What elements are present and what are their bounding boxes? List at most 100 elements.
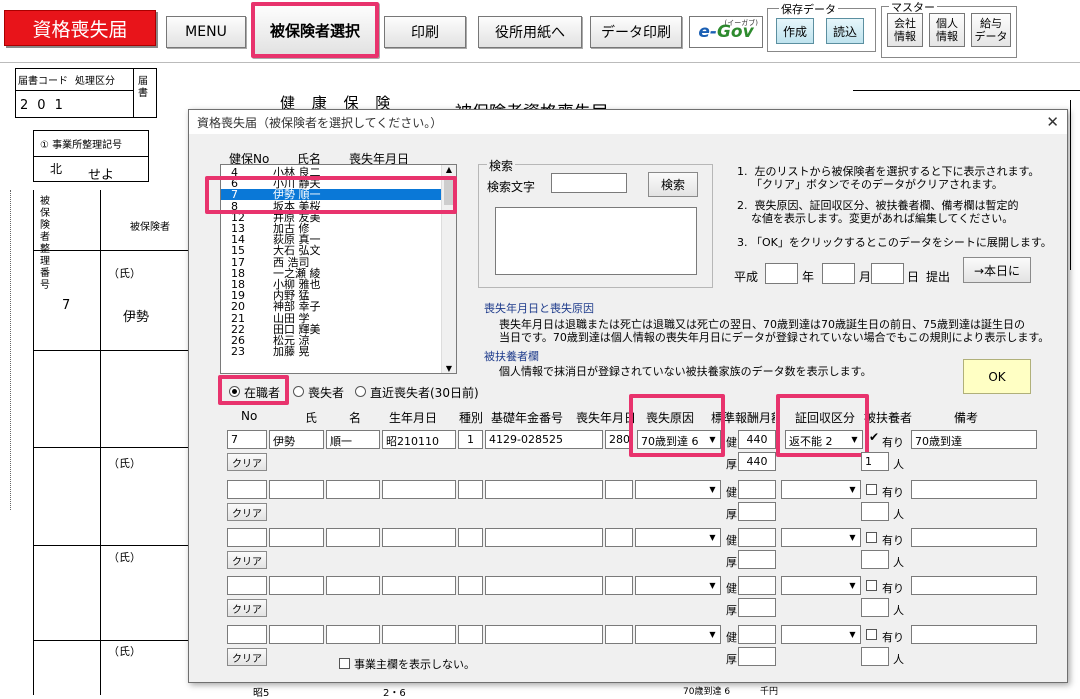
row1-ken-value[interactable]: 440 [738,430,776,449]
cert-select[interactable]: ▼ [781,625,861,644]
empty-cell[interactable] [269,528,324,547]
select-insured-button[interactable]: 被保険者選択 [251,2,379,58]
year-input[interactable] [765,263,798,284]
dependents-count[interactable] [861,598,889,617]
empty-cell[interactable] [382,576,456,595]
empty-cell[interactable] [269,576,324,595]
reason-select[interactable]: ▼ [635,480,721,499]
dependents-count[interactable] [861,647,889,666]
search-button[interactable]: 検索 [648,172,698,197]
empty-cell[interactable] [382,480,456,499]
empty-cell[interactable] [382,528,456,547]
row1-note[interactable]: 70歳到達 [911,430,1037,449]
empty-cell[interactable] [269,480,324,499]
empty-cell[interactable] [326,576,380,595]
row1-last[interactable]: 伊勢 [269,430,324,449]
dependents-checkbox[interactable] [866,580,877,591]
reason-select[interactable]: ▼ [635,528,721,547]
empty-cell[interactable] [227,528,267,547]
empty-cell[interactable] [605,576,633,595]
to-office-form-button[interactable]: 役所用紙へ [478,16,582,48]
reason-select[interactable]: ▼ [635,625,721,644]
personal-info-button[interactable]: 個人 情報 [929,13,965,47]
empty-cell[interactable] [605,480,633,499]
empty-cell[interactable] [458,528,483,547]
menu-button[interactable]: MENU [166,16,246,48]
row1-no[interactable]: 7 [227,430,267,449]
radio-recent[interactable] [355,386,366,397]
list-item[interactable]: 15 大石 弘文 [231,245,321,256]
scroll-up-icon[interactable]: ▲ [442,165,456,174]
company-info-button[interactable]: 会社 情報 [887,13,923,47]
note-input[interactable] [911,576,1037,595]
row1-dep-check[interactable]: ✔ [869,430,880,445]
kou-input[interactable] [738,502,776,521]
clear-button[interactable]: クリア [227,503,267,521]
empty-cell[interactable] [326,480,380,499]
empty-cell[interactable] [227,576,267,595]
data-print-button[interactable]: データ印刷 [590,16,682,48]
ken-input[interactable] [738,625,776,644]
dependents-checkbox[interactable] [866,484,877,495]
load-button[interactable]: 読込 [826,18,864,44]
empty-cell[interactable] [485,625,603,644]
row1-birth[interactable]: 昭210110 [382,430,456,449]
search-results[interactable] [495,207,697,275]
empty-cell[interactable] [227,480,267,499]
empty-cell[interactable] [227,625,267,644]
dependents-count[interactable] [861,550,889,569]
list-item[interactable]: 20 神部 幸子 [231,301,321,312]
list-item[interactable]: 23 加藤 晃 [231,346,310,357]
print-button[interactable]: 印刷 [384,16,466,48]
note-input[interactable] [911,625,1037,644]
empty-cell[interactable] [485,480,603,499]
day-input[interactable] [871,263,904,284]
cert-select[interactable]: ▼ [781,480,861,499]
create-button[interactable]: 作成 [776,18,814,44]
row1-cert-select[interactable]: 返不能 2 ▼ [785,430,863,449]
radio-employed[interactable] [229,386,240,397]
row1-clear-button[interactable]: クリア [227,453,267,471]
ok-button[interactable]: OK [963,359,1031,394]
kou-input[interactable] [738,647,776,666]
row1-dep-count[interactable]: 1 [861,452,889,471]
search-input[interactable] [551,173,627,193]
row1-kind[interactable]: 1 [458,430,483,449]
reason-select[interactable]: ▼ [635,576,721,595]
row1-reason-select[interactable]: 70歳到達 6 ▼ [637,430,721,449]
egov-logo[interactable]: e- Gov (イーガブ) [689,16,763,48]
salary-data-button[interactable]: 給与 データ [971,13,1011,47]
note-input[interactable] [911,480,1037,499]
kou-input[interactable] [738,550,776,569]
kou-input[interactable] [738,598,776,617]
ken-input[interactable] [738,528,776,547]
note-input[interactable] [911,528,1037,547]
dependents-checkbox[interactable] [866,532,877,543]
radio-lost[interactable] [293,386,304,397]
empty-cell[interactable] [485,528,603,547]
ken-input[interactable] [738,480,776,499]
cert-select[interactable]: ▼ [781,528,861,547]
month-input[interactable] [822,263,855,284]
dependents-checkbox[interactable] [866,629,877,640]
empty-cell[interactable] [458,480,483,499]
dependents-count[interactable] [861,502,889,521]
hide-owner-checkbox[interactable] [339,658,350,669]
clear-button[interactable]: クリア [227,551,267,569]
row1-first[interactable]: 順一 [326,430,380,449]
today-button[interactable]: →本日に [963,257,1031,283]
empty-cell[interactable] [326,528,380,547]
list-item[interactable]: 17 西 浩司 [231,257,310,268]
empty-cell[interactable] [605,625,633,644]
clear-button[interactable]: クリア [227,599,267,617]
cert-select[interactable]: ▼ [781,576,861,595]
empty-cell[interactable] [269,625,324,644]
scroll-down-icon[interactable]: ▼ [442,364,456,373]
empty-cell[interactable] [382,625,456,644]
ken-input[interactable] [738,576,776,595]
close-icon[interactable]: ✕ [1046,113,1059,131]
row1-pension[interactable]: 4129-028525 [485,430,603,449]
empty-cell[interactable] [605,528,633,547]
empty-cell[interactable] [326,625,380,644]
list-item[interactable]: 21 山田 学 [231,313,310,324]
